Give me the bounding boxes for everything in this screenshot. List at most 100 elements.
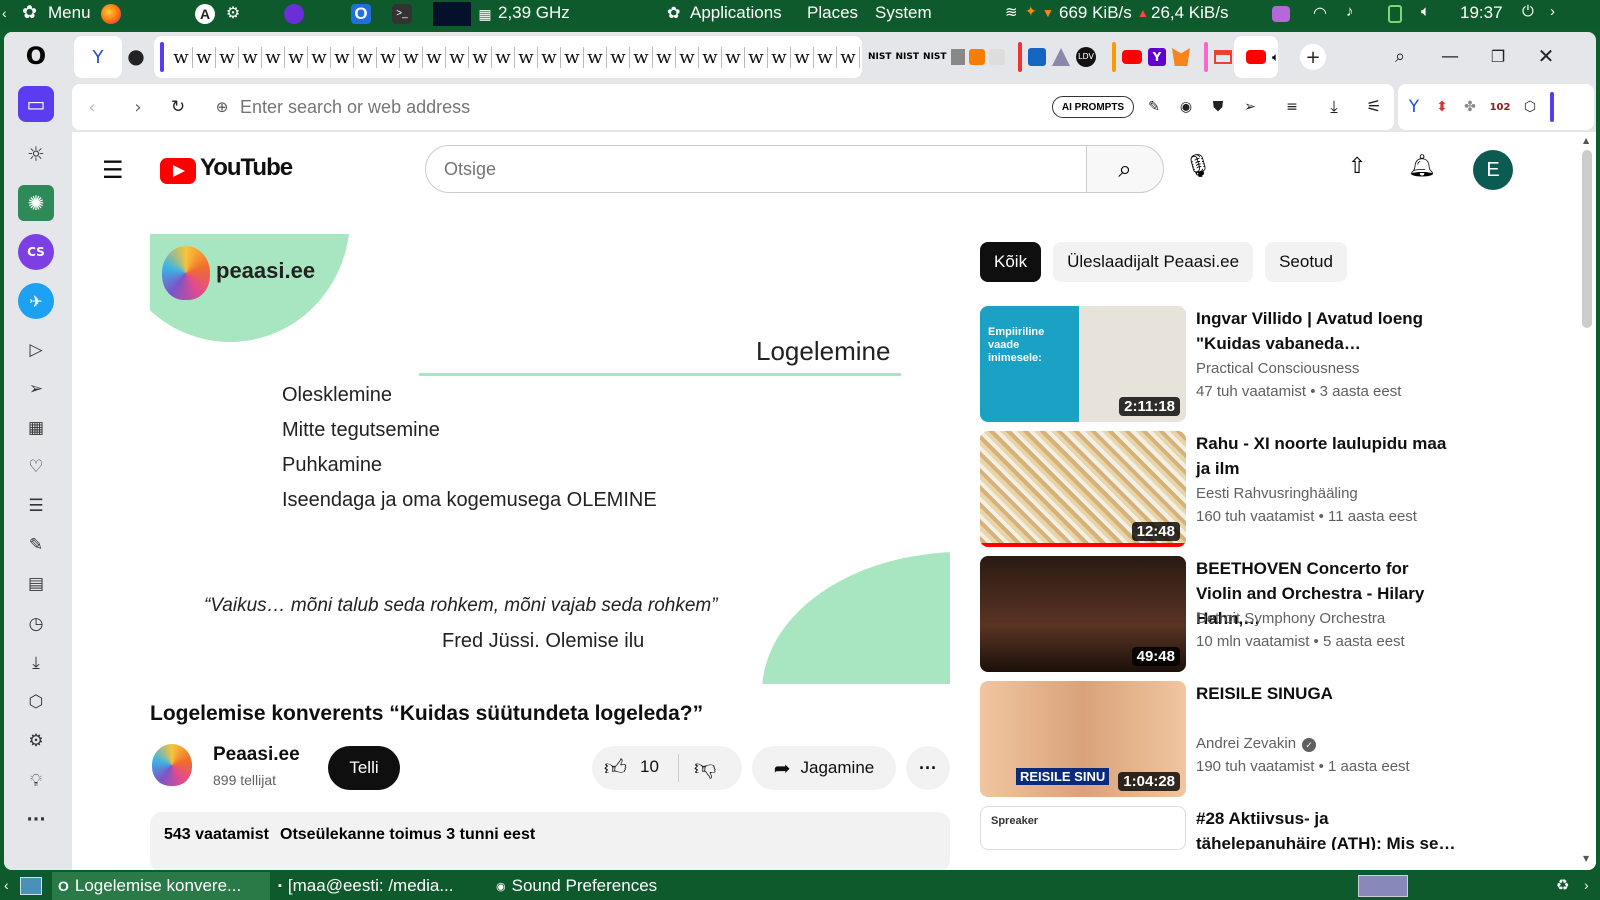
subscribe-button[interactable]: Telli: [328, 746, 400, 790]
places-menu[interactable]: Places: [807, 3, 858, 23]
tab-group-nist[interactable]: NIST NIST NIST: [864, 36, 1012, 78]
scroll-down-arrow-icon[interactable]: ▼: [1583, 854, 1589, 863]
wikipedia-tab-icon[interactable]: w: [216, 46, 239, 68]
share-button[interactable]: ➦ Jagamine: [752, 746, 896, 790]
address-input[interactable]: [240, 92, 1040, 122]
page-scrollbar[interactable]: ▲ ▼: [1578, 132, 1596, 870]
search-input[interactable]: [444, 154, 1044, 184]
yahoo-tab-icon[interactable]: Y: [1148, 48, 1166, 66]
ldv-tab-icon[interactable]: LDV: [1076, 47, 1096, 67]
account-avatar[interactable]: E: [1473, 150, 1513, 190]
forward-icon[interactable]: ›: [126, 95, 150, 119]
nist-tab-icon[interactable]: NIST: [896, 52, 920, 62]
settings-gear-icon[interactable]: ⚙: [18, 723, 54, 759]
wikipedia-tab-icon[interactable]: w: [308, 46, 331, 68]
easy-setup-icon[interactable]: ⚟: [1362, 95, 1386, 119]
wikipedia-tab-icon[interactable]: w: [354, 46, 377, 68]
inkscape-launcher-icon[interactable]: A: [195, 4, 215, 24]
more-actions-button[interactable]: ···: [906, 746, 950, 790]
download-icon[interactable]: ⤓: [1322, 95, 1346, 119]
snapshot-camera-icon[interactable]: ◉: [1174, 95, 1198, 119]
settings-launcher-icon[interactable]: ⚙: [223, 4, 243, 24]
speed-dial-icon[interactable]: ▦: [18, 410, 54, 446]
tab-group-wikipedia[interactable]: wwwwwwwwwwwwwwwwwwwwwwwwwwwwww: [154, 36, 862, 78]
player-icon[interactable]: ▷: [18, 332, 54, 368]
wikipedia-tab-icon[interactable]: w: [791, 46, 814, 68]
tab-group-misc[interactable]: LDV: [1014, 36, 1104, 78]
wikipedia-tab-icon[interactable]: w: [584, 46, 607, 68]
extensions-cube-icon[interactable]: ⬡: [18, 684, 54, 720]
tab-group-google[interactable]: 🔈︎: [1200, 36, 1300, 78]
clock[interactable]: 19:37: [1460, 3, 1503, 23]
chatgpt-icon[interactable]: ✺: [18, 185, 54, 221]
menu-label[interactable]: Menu: [48, 3, 91, 23]
video-thumbnail[interactable]: 49:48: [980, 556, 1186, 672]
scroll-up-arrow-icon[interactable]: ▲: [1583, 136, 1589, 145]
opera-launcher-icon[interactable]: O: [351, 4, 371, 24]
s-app-tab-icon[interactable]: [1028, 48, 1046, 66]
audio-visualizer-icon[interactable]: [1272, 6, 1290, 22]
description-box[interactable]: 543 vaatamist Otseülekanne toimus 3 tunn…: [150, 812, 950, 870]
tabs-icon[interactable]: ▤: [18, 566, 54, 602]
notification-bell-icon[interactable]: ♪: [1346, 3, 1354, 20]
wikipedia-tab-icon[interactable]: w: [653, 46, 676, 68]
taskbar-item-sound[interactable]: ◉ Sound Preferences: [490, 872, 663, 900]
upload-icon[interactable]: ⇧: [1348, 154, 1366, 179]
close-window-icon[interactable]: ✕: [1534, 44, 1558, 68]
battery-icon[interactable]: [1388, 5, 1402, 23]
wikipedia-tab-icon[interactable]: w: [607, 46, 630, 68]
terminal-launcher-icon[interactable]: >_: [392, 4, 412, 24]
send-icon[interactable]: ➢: [18, 371, 54, 407]
send-page-icon[interactable]: ➢: [1238, 95, 1262, 119]
recommended-video-title[interactable]: REISILE SINUGA: [1196, 681, 1456, 706]
doc-tab-icon[interactable]: [950, 49, 965, 65]
nist-tab-icon[interactable]: NIST: [868, 52, 892, 62]
hamburger-menu-icon[interactable]: ☰: [102, 156, 124, 184]
wikipedia-tab-icon[interactable]: w: [722, 46, 745, 68]
recommended-video[interactable]: Spreaker #28 Aktiivsus- ja tähelepanuhäir…: [980, 806, 1460, 850]
wikipedia-tab-icon[interactable]: w: [745, 46, 768, 68]
cs-app-icon[interactable]: CS: [18, 234, 54, 270]
youtube-logo-text[interactable]: YouTube: [200, 154, 293, 182]
pin-ext-icon[interactable]: ⬍: [1430, 95, 1454, 119]
wikipedia-tab-icon[interactable]: w: [538, 46, 561, 68]
workspace-switcher[interactable]: [1358, 875, 1408, 897]
opera-logo-icon[interactable]: O: [18, 38, 54, 74]
ventusky-ext-icon[interactable]: Y: [1402, 95, 1426, 119]
youtube-active-tab-icon[interactable]: [1246, 50, 1266, 64]
wikipedia-tab-icon[interactable]: w: [193, 46, 216, 68]
more-dots-icon[interactable]: ···: [18, 802, 54, 838]
recommended-channel-name[interactable]: Detroit Symphony Orchestra: [1196, 610, 1385, 627]
bookmarks-heart-icon[interactable]: ♡: [18, 449, 54, 485]
metamask-tab-icon[interactable]: [1172, 48, 1190, 66]
wikipedia-tab-icon[interactable]: w: [837, 46, 860, 68]
youtube-logo-icon[interactable]: [160, 158, 196, 184]
firefox-launcher-icon[interactable]: [101, 4, 121, 24]
wikipedia-tab-icon[interactable]: w: [331, 46, 354, 68]
show-desktop-icon[interactable]: [20, 877, 42, 895]
wikipedia-tab-icon[interactable]: w: [446, 46, 469, 68]
recommended-video-title[interactable]: Ingvar Villido | Avatud loeng "Kuidas va…: [1196, 306, 1456, 356]
ai-prompts-button[interactable]: AI PROMPTS: [1052, 96, 1134, 118]
panel-left-arrow-icon[interactable]: ‹: [2, 5, 7, 21]
recommended-video[interactable]: 49:48 BEETHOVEN Concerto for Violin and O…: [980, 556, 1460, 672]
channel-name[interactable]: Peaasi.ee: [213, 744, 300, 766]
wikipedia-tab-icon[interactable]: w: [377, 46, 400, 68]
filter-chip[interactable]: Kõik: [980, 242, 1042, 282]
puzzle-ext-icon[interactable]: ✤: [1458, 95, 1482, 119]
recommended-video-title[interactable]: Rahu - XI noorte laulupidu maa ja ilm: [1196, 431, 1456, 481]
applications-menu[interactable]: Applications: [690, 3, 782, 23]
scroll-thumb[interactable]: [1582, 150, 1592, 328]
tab-audio-icon[interactable]: 🔈︎: [1272, 50, 1279, 65]
like-thumb-icon[interactable]: 👍︎: [604, 754, 627, 781]
new-tab-plus-icon[interactable]: +: [1300, 44, 1326, 70]
taskbar-right-arrow-icon[interactable]: ›: [1584, 877, 1589, 893]
recommended-channel-name[interactable]: Eesti Rahvusringhääling: [1196, 485, 1358, 502]
reader-icon[interactable]: ▭: [18, 86, 54, 122]
wikipedia-tab-icon[interactable]: w: [239, 46, 262, 68]
wifi-icon[interactable]: ◠: [1313, 3, 1327, 23]
wikipedia-tab-icon[interactable]: w: [561, 46, 584, 68]
tor-launcher-icon[interactable]: [284, 4, 304, 24]
system-menu[interactable]: System: [875, 3, 932, 23]
dislike-thumb-icon[interactable]: 👎︎: [694, 754, 716, 781]
